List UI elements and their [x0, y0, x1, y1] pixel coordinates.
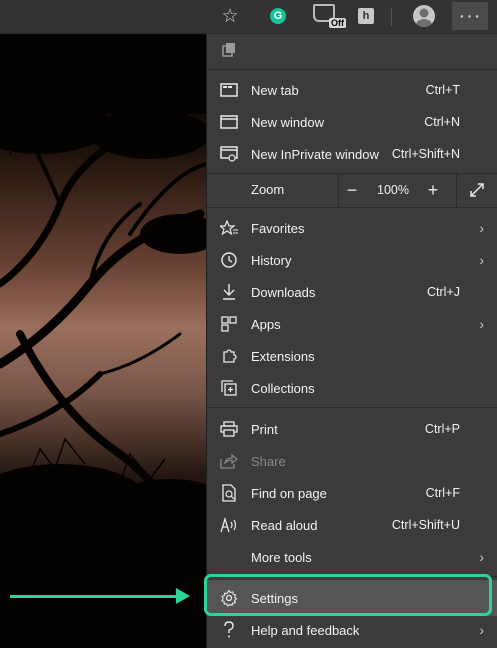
- menu-item-find-on-page[interactable]: Find on page Ctrl+F: [207, 477, 497, 509]
- chevron-right-icon: ›: [479, 549, 484, 565]
- menu-item-label: Read aloud: [251, 517, 318, 533]
- menu-item-label: Downloads: [251, 284, 316, 300]
- menu-item-print[interactable]: Print Ctrl+P: [207, 413, 497, 445]
- settings-highlight-box: [204, 574, 492, 616]
- zoom-out-button[interactable]: −: [339, 179, 365, 201]
- grammarly-logo: G: [270, 8, 286, 24]
- profile-button[interactable]: [408, 2, 440, 30]
- menu-item-apps[interactable]: Apps ›: [207, 308, 497, 340]
- favorite-star-icon[interactable]: ☆: [214, 2, 246, 30]
- h-extension-icon[interactable]: h: [350, 2, 382, 30]
- chevron-right-icon: ›: [479, 220, 484, 236]
- pointer-arrow-line: [10, 595, 186, 598]
- apps-icon: [219, 314, 239, 334]
- menu-item-new-window[interactable]: New window Ctrl+N: [207, 106, 497, 138]
- menu-item-favorites[interactable]: Favorites ›: [207, 212, 497, 244]
- history-icon: [219, 250, 239, 270]
- menu-item-new-tab[interactable]: New tab Ctrl+T: [207, 74, 497, 106]
- fullscreen-button[interactable]: [464, 179, 490, 201]
- avatar-icon: [413, 5, 435, 27]
- menu-divider: [207, 69, 497, 70]
- menu-item-share: Share: [207, 445, 497, 477]
- inprivate-icon: [219, 144, 239, 164]
- pointer-arrow-icon: [176, 588, 190, 604]
- menu-item-shortcut: Ctrl+F: [425, 486, 460, 500]
- menu-item-history[interactable]: History ›: [207, 244, 497, 276]
- chevron-right-icon: ›: [479, 252, 484, 268]
- menu-item-read-aloud[interactable]: Read aloud Ctrl+Shift+U: [207, 509, 497, 541]
- extensions-icon: [219, 346, 239, 366]
- zoom-divider: [456, 173, 457, 207]
- menu-item-label: Favorites: [251, 220, 305, 236]
- chevron-right-icon: ›: [479, 316, 484, 332]
- menu-item-label: Collections: [251, 380, 315, 396]
- zoom-label: Zoom: [251, 182, 285, 197]
- more-options-button[interactable]: ···: [452, 2, 488, 30]
- print-icon: [219, 419, 239, 439]
- browser-settings-menu: New tab Ctrl+T New window Ctrl+N New InP…: [206, 34, 497, 648]
- download-icon: [219, 282, 239, 302]
- collections-copy-icon[interactable]: [219, 40, 239, 60]
- menu-item-label: Apps: [251, 316, 281, 332]
- menu-item-label: History: [251, 252, 292, 268]
- menu-item-shortcut: Ctrl+J: [427, 285, 460, 299]
- menu-item-shortcut: Ctrl+Shift+N: [391, 147, 460, 161]
- browser-toolbar: ☆ G Off h ···: [0, 0, 497, 34]
- chevron-right-icon: ›: [479, 622, 484, 638]
- favorites-icon: [219, 218, 239, 238]
- expand-icon: [470, 183, 484, 197]
- new-tab-icon: [219, 80, 239, 100]
- menu-item-label: Find on page: [251, 485, 327, 501]
- zoom-row: Zoom − 100% +: [207, 173, 497, 207]
- menu-divider: [207, 407, 497, 408]
- menu-item-shortcut: Ctrl+P: [424, 422, 460, 436]
- menu-item-shortcut: Ctrl+N: [424, 115, 460, 129]
- background-photo: [0, 34, 206, 648]
- collections-icon: [219, 378, 239, 398]
- menu-item-downloads[interactable]: Downloads Ctrl+J: [207, 276, 497, 308]
- help-icon: [219, 620, 239, 640]
- find-icon: [219, 483, 239, 503]
- menu-item-label: Share: [251, 453, 286, 469]
- menu-item-new-inprivate-window[interactable]: New InPrivate window Ctrl+Shift+N: [207, 138, 497, 170]
- zoom-in-button[interactable]: +: [420, 179, 446, 201]
- menu-divider: [207, 207, 497, 208]
- menu-item-shortcut: Ctrl+T: [425, 83, 460, 97]
- menu-item-label: New window: [251, 114, 324, 130]
- zoom-level: 100%: [377, 183, 409, 197]
- menu-item-label: Print: [251, 421, 278, 437]
- menu-item-help-and-feedback[interactable]: Help and feedback ›: [207, 614, 497, 646]
- menu-item-extensions[interactable]: Extensions: [207, 340, 497, 372]
- menu-item-more-tools[interactable]: More tools ›: [207, 541, 497, 573]
- menu-item-label: New tab: [251, 82, 299, 98]
- new-window-icon: [219, 112, 239, 132]
- grammarly-extension-icon[interactable]: G: [262, 2, 294, 30]
- read-aloud-icon: [219, 515, 239, 535]
- share-icon: [219, 451, 239, 471]
- menu-item-label: Help and feedback: [251, 622, 360, 638]
- menu-item-collections[interactable]: Collections: [207, 372, 497, 404]
- menu-item-label: More tools: [251, 549, 312, 565]
- coffee-extension-icon[interactable]: Off: [308, 2, 346, 30]
- menu-item-label: Extensions: [251, 348, 315, 364]
- toolbar-divider: [391, 8, 392, 26]
- menu-item-shortcut: Ctrl+Shift+U: [391, 518, 460, 532]
- menu-item-label: New InPrivate window: [251, 146, 379, 162]
- extension-off-badge: Off: [329, 18, 346, 28]
- h-extension-logo: h: [358, 8, 374, 24]
- tree-silhouette: [0, 34, 206, 648]
